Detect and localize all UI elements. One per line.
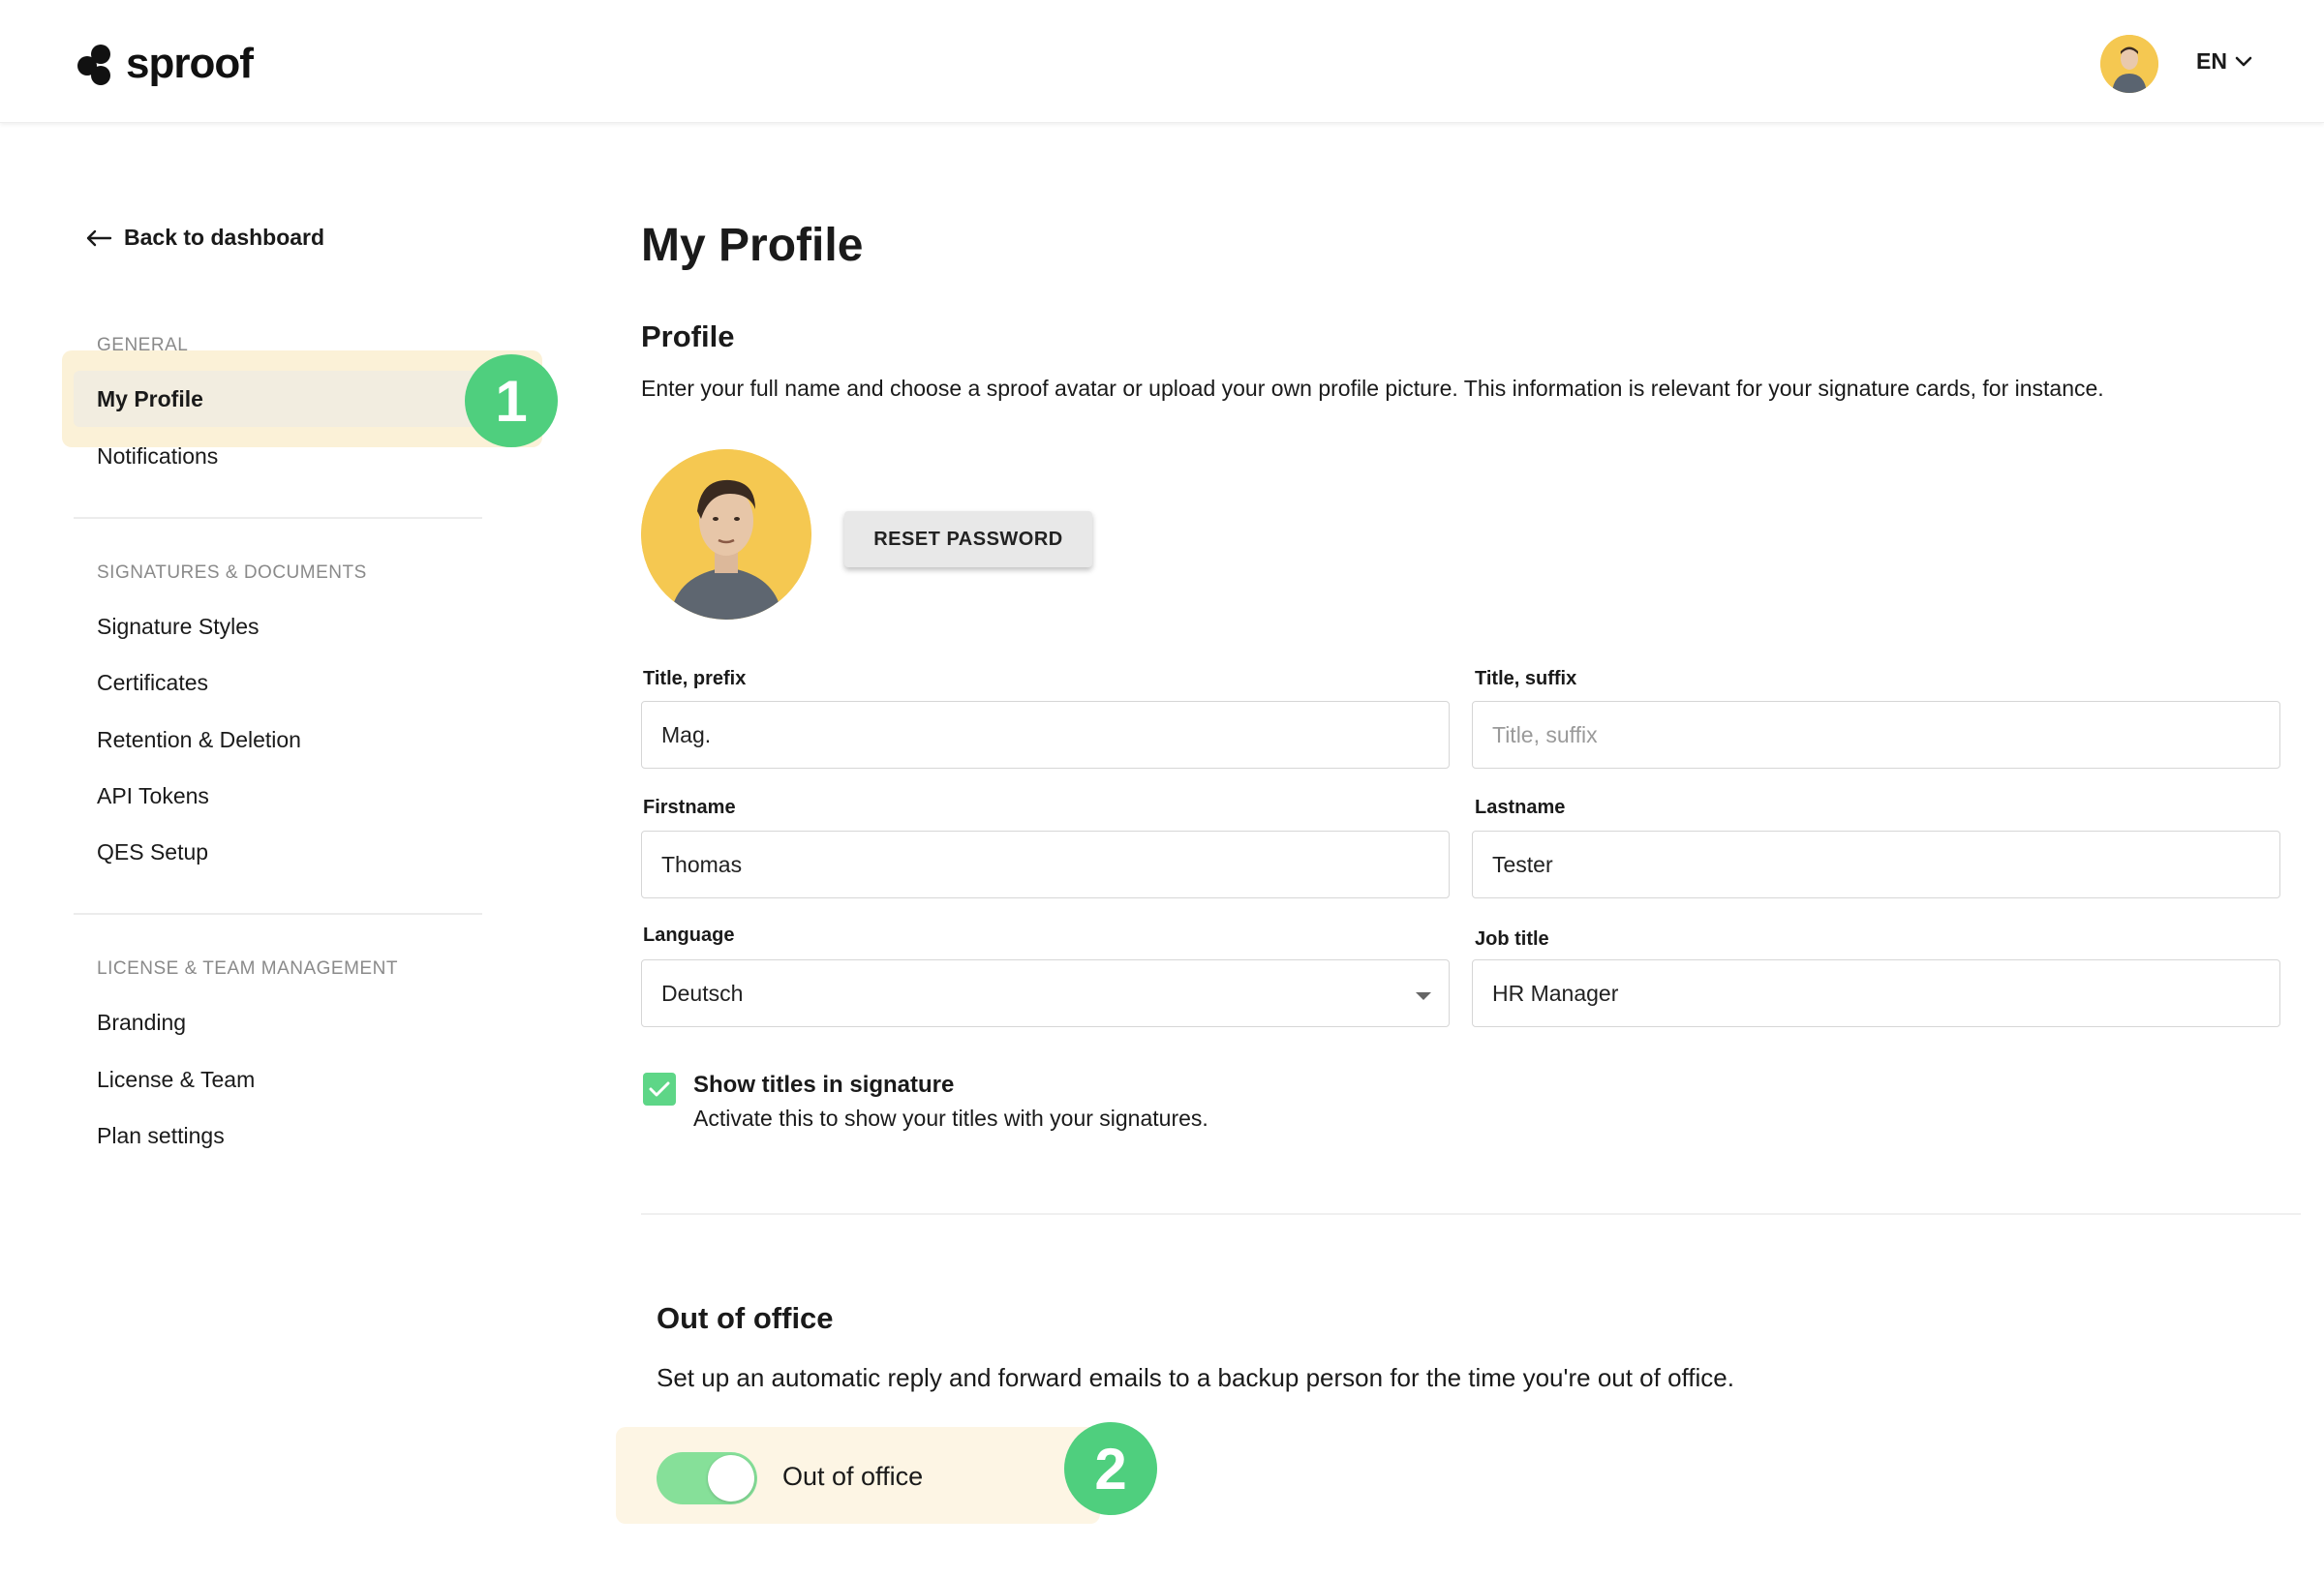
section-label-signatures: SIGNATURES & DOCUMENTS <box>97 562 367 583</box>
checkmark-icon <box>649 1081 670 1097</box>
step-badge-1: 1 <box>465 354 558 447</box>
step-badge-2: 2 <box>1064 1422 1157 1515</box>
dropdown-caret-icon <box>1416 992 1431 1000</box>
show-titles-checkbox[interactable] <box>643 1073 676 1106</box>
profile-description: Enter your full name and choose a sproof… <box>641 376 2104 401</box>
job-title-label: Job title <box>1475 928 1549 950</box>
title-suffix-label: Title, suffix <box>1475 668 1577 689</box>
sidebar-item-api-tokens[interactable]: API Tokens <box>97 783 209 809</box>
out-of-office-toggle[interactable] <box>657 1452 757 1504</box>
firstname-label: Firstname <box>643 797 736 818</box>
back-label: Back to dashboard <box>124 225 325 250</box>
sidebar-item-qes-setup[interactable]: QES Setup <box>97 839 208 865</box>
back-to-dashboard-link[interactable]: Back to dashboard <box>85 225 324 251</box>
profile-heading: Profile <box>641 319 735 353</box>
chevron-down-icon <box>2235 56 2252 66</box>
title-suffix-input[interactable] <box>1472 701 2280 769</box>
sidebar-item-retention[interactable]: Retention & Deletion <box>97 727 301 753</box>
lastname-label: Lastname <box>1475 797 1566 818</box>
sidebar-item-certificates[interactable]: Certificates <box>97 670 208 696</box>
logo-icon <box>77 43 120 85</box>
sidebar-item-signature-styles[interactable]: Signature Styles <box>97 614 259 640</box>
language-label: EN <box>2196 48 2227 74</box>
arrow-left-icon <box>86 229 112 246</box>
lastname-input[interactable] <box>1472 831 2280 898</box>
language-label: Language <box>643 925 735 946</box>
out-of-office-toggle-label: Out of office <box>782 1462 924 1491</box>
out-of-office-heading: Out of office <box>657 1301 834 1335</box>
profile-avatar[interactable] <box>641 449 811 620</box>
title-prefix-label: Title, prefix <box>643 668 747 689</box>
language-selector[interactable]: EN <box>2196 48 2252 75</box>
sidebar-item-license-team[interactable]: License & Team <box>97 1067 255 1093</box>
sidebar-item-my-profile[interactable]: My Profile <box>97 386 203 412</box>
title-prefix-input[interactable] <box>641 701 1450 769</box>
profile-photo-icon <box>641 449 811 620</box>
toggle-knob <box>708 1455 754 1502</box>
user-avatar[interactable] <box>2100 35 2158 93</box>
sidebar-item-branding[interactable]: Branding <box>97 1010 186 1036</box>
show-titles-label: Show titles in signature <box>693 1072 955 1098</box>
sidebar-item-plan-settings[interactable]: Plan settings <box>97 1123 225 1149</box>
logo-text: sproof <box>126 40 254 87</box>
out-of-office-description: Set up an automatic reply and forward em… <box>657 1363 1734 1392</box>
user-avatar-icon <box>2100 35 2158 93</box>
top-bar: sproof EN <box>0 0 2324 123</box>
page-title: My Profile <box>641 220 864 271</box>
show-titles-description: Activate this to show your titles with y… <box>693 1106 1208 1131</box>
section-label-license: LICENSE & TEAM MANAGEMENT <box>97 958 398 979</box>
sidebar-item-notifications[interactable]: Notifications <box>97 443 218 470</box>
firstname-input[interactable] <box>641 831 1450 898</box>
sidebar-divider <box>74 913 482 915</box>
section-divider <box>641 1213 2301 1215</box>
sidebar-divider <box>74 517 482 519</box>
sproof-logo[interactable]: sproof <box>77 39 254 89</box>
language-select[interactable]: Deutsch <box>641 959 1450 1027</box>
job-title-input[interactable] <box>1472 959 2280 1027</box>
language-select-value: Deutsch <box>661 980 744 1006</box>
reset-password-button[interactable]: RESET PASSWORD <box>844 511 1092 567</box>
